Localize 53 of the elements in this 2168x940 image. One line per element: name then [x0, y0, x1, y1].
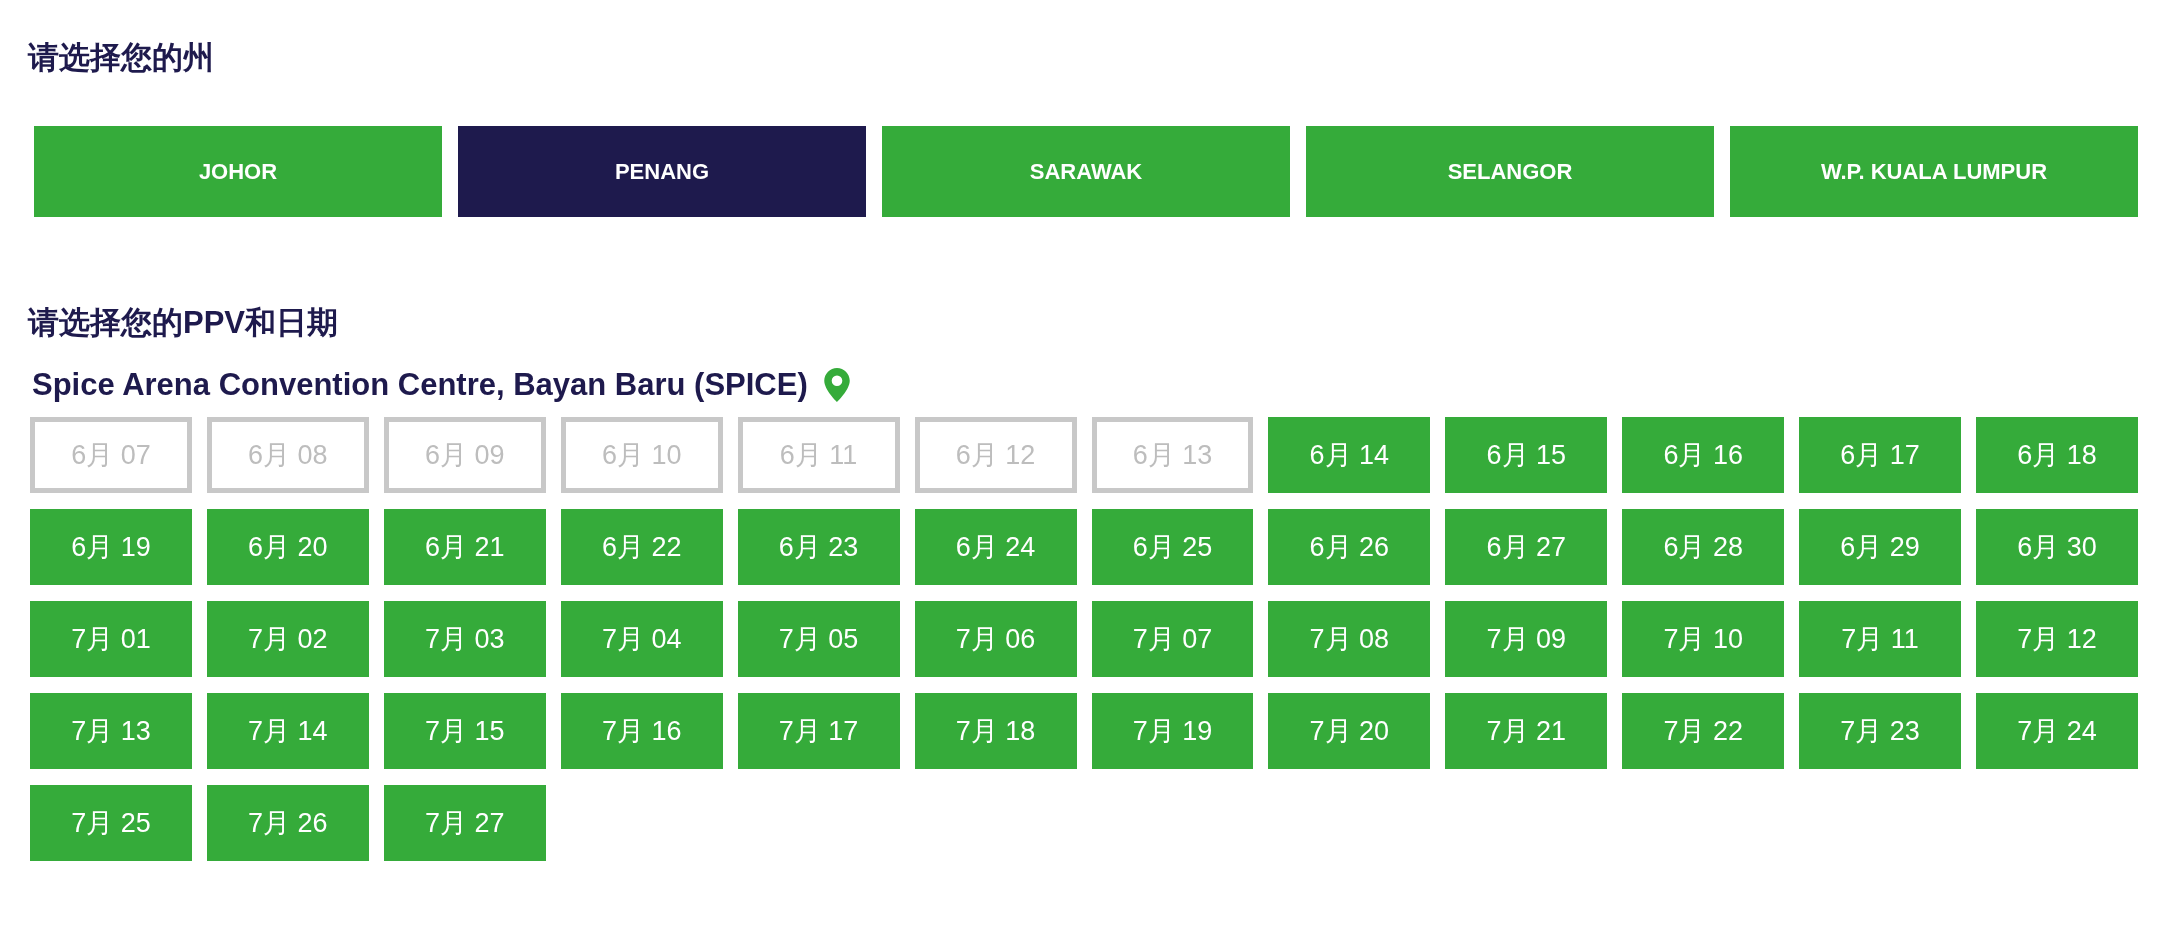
date-button[interactable]: 7月 26 [206, 785, 369, 861]
date-button[interactable]: 7月 14 [206, 693, 369, 769]
date-button[interactable]: 7月 11 [1799, 601, 1962, 677]
date-button[interactable]: 7月 22 [1622, 693, 1785, 769]
date-button[interactable]: 7月 05 [737, 601, 900, 677]
date-button[interactable]: 7月 13 [30, 693, 192, 769]
date-button[interactable]: 7月 07 [1091, 601, 1254, 677]
date-button[interactable]: 6月 17 [1799, 417, 1962, 493]
state-tab[interactable]: SARAWAK [882, 126, 1290, 217]
section-heading: 请选择您的PPV和日期 [28, 304, 340, 342]
date-button[interactable]: 7月 23 [1799, 693, 1962, 769]
state-tab[interactable]: PENANG [458, 126, 866, 217]
date-button[interactable]: 6月 26 [1268, 509, 1431, 585]
date-button[interactable]: 7月 01 [30, 601, 192, 677]
date-button[interactable]: 7月 25 [30, 785, 192, 861]
date-button[interactable]: 6月 14 [1268, 417, 1431, 493]
date-button[interactable]: 7月 16 [560, 693, 723, 769]
date-button[interactable]: 7月 08 [1268, 601, 1431, 677]
date-button[interactable]: 7月 21 [1445, 693, 1608, 769]
date-button[interactable]: 6月 15 [1445, 417, 1608, 493]
date-button[interactable]: 7月 15 [383, 693, 546, 769]
date-button[interactable]: 6月 29 [1799, 509, 1962, 585]
date-button[interactable]: 6月 23 [737, 509, 900, 585]
date-button[interactable]: 7月 12 [1976, 601, 2138, 677]
date-button[interactable]: 7月 20 [1268, 693, 1431, 769]
date-button[interactable]: 7月 02 [206, 601, 369, 677]
date-button[interactable]: 6月 21 [383, 509, 546, 585]
state-tab[interactable]: W.P. KUALA LUMPUR [1730, 126, 2138, 217]
date-button[interactable]: 7月 24 [1976, 693, 2138, 769]
date-button[interactable]: 6月 16 [1622, 417, 1785, 493]
date-button[interactable]: 6月 18 [1976, 417, 2138, 493]
date-button[interactable]: 6月 19 [30, 509, 192, 585]
state-tab[interactable]: SELANGOR [1306, 126, 1714, 217]
venue-title: Spice Arena Convention Centre, Bayan Baru (SPICE) [32, 366, 808, 404]
date-button[interactable]: 7月 06 [914, 601, 1077, 677]
date-button[interactable]: 7月 09 [1445, 601, 1608, 677]
date-button[interactable]: 6月 27 [1445, 509, 1608, 585]
date-button[interactable]: 7月 10 [1622, 601, 1785, 677]
date-button[interactable]: 7月 18 [914, 693, 1077, 769]
date-button[interactable]: 6月 24 [914, 509, 1077, 585]
location-pin-icon [823, 368, 850, 402]
date-button[interactable]: 7月 19 [1091, 693, 1254, 769]
date-button[interactable]: 6月 22 [560, 509, 723, 585]
date-button[interactable]: 7月 04 [560, 601, 723, 677]
date-button[interactable]: 6月 30 [1976, 509, 2138, 585]
state-tab[interactable]: JOHOR [34, 126, 442, 217]
date-button[interactable]: 6月 28 [1622, 509, 1785, 585]
date-button[interactable]: 6月 25 [1091, 509, 1254, 585]
section-heading: 请选择您的州 [28, 39, 215, 77]
date-button[interactable]: 6月 20 [206, 509, 369, 585]
date-button[interactable]: 7月 27 [383, 785, 546, 861]
date-button[interactable]: 7月 03 [383, 601, 546, 677]
date-button[interactable]: 7月 17 [737, 693, 900, 769]
